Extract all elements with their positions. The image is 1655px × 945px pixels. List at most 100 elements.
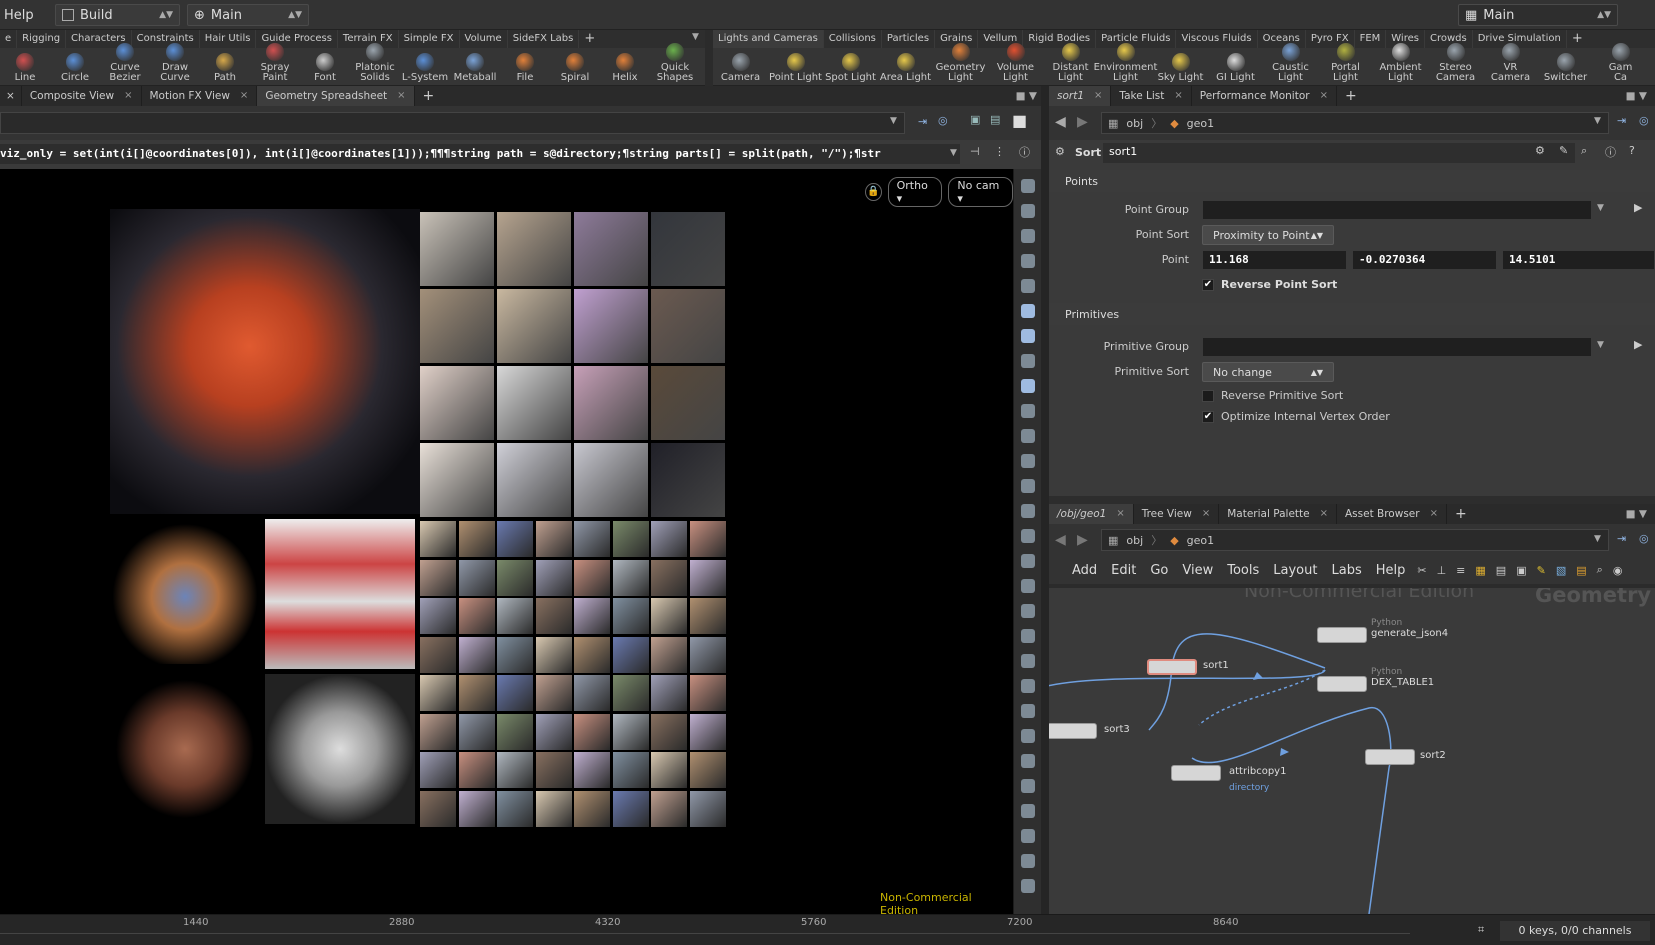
network-menu-labs[interactable]: Labs xyxy=(1324,563,1368,578)
network-path-field[interactable]: ▦ obj 〉 ◆ geo1 xyxy=(1101,529,1609,551)
node-dex-table1[interactable] xyxy=(1317,676,1367,692)
shelf-tab[interactable]: Viscous Fluids xyxy=(1176,30,1258,48)
shelf-tab[interactable]: Lights and Cameras xyxy=(713,30,824,48)
viewport-tool-icon[interactable] xyxy=(1020,704,1035,718)
tool-sky-light[interactable]: Sky Light xyxy=(1153,53,1208,83)
viewport-tool-icon[interactable] xyxy=(1020,829,1035,843)
point-z-field[interactable]: 14.5101 xyxy=(1502,250,1655,270)
viewport-tool-icon[interactable] xyxy=(1020,879,1035,893)
tab-composite-view[interactable]: Composite View × xyxy=(22,86,142,106)
keys-icon[interactable]: ⌗ xyxy=(1478,923,1484,937)
tab-material-palette[interactable]: Material Palette × xyxy=(1219,504,1337,524)
tool-volume-light[interactable]: Volume Light xyxy=(988,43,1043,83)
viewport-tool-icon[interactable] xyxy=(1020,854,1035,868)
tool-geometry-light[interactable]: Geometry Light xyxy=(933,43,988,83)
reverse-point-sort-checkbox[interactable]: ✔ xyxy=(1202,279,1214,291)
box-icon[interactable]: ▤ xyxy=(1576,564,1586,577)
help-icon[interactable]: ? xyxy=(1629,144,1635,157)
viewport-tool-icon[interactable] xyxy=(1020,579,1035,593)
viewport-tool-icon[interactable] xyxy=(1020,179,1035,193)
close-icon[interactable]: × xyxy=(240,86,248,106)
viewport-tool-icon[interactable] xyxy=(1020,354,1035,368)
tool-helix[interactable]: Helix xyxy=(600,53,650,83)
pin-icon[interactable]: ⇥ xyxy=(918,115,927,128)
tool-circle[interactable]: Circle xyxy=(50,53,100,83)
close-icon[interactable]: × xyxy=(1320,86,1328,106)
select-arrow-icon[interactable]: ▶ xyxy=(1634,338,1642,351)
brush-icon[interactable]: ✎ xyxy=(1559,144,1568,157)
back-arrow-icon[interactable]: ◀ xyxy=(1055,114,1066,130)
add-tab-icon[interactable]: + xyxy=(1337,88,1365,104)
add-shelf-tab-icon[interactable]: + xyxy=(579,30,600,48)
target-icon[interactable]: ◎ xyxy=(1639,532,1649,545)
tool-point-light[interactable]: Point Light xyxy=(768,53,823,83)
info-icon[interactable]: ⓘ xyxy=(1605,144,1616,160)
tool-gamepad-camera[interactable]: Gam Ca xyxy=(1593,43,1648,83)
viewport-tool-icon[interactable] xyxy=(1020,329,1035,343)
tab-geometry-spreadsheet[interactable]: Geometry Spreadsheet × xyxy=(257,86,415,106)
network-menu-add[interactable]: Add xyxy=(1065,563,1104,578)
tool-area-light[interactable]: Area Light xyxy=(878,53,933,83)
tab-motion-fx-view[interactable]: Motion FX View × xyxy=(142,86,258,106)
node-sort3[interactable] xyxy=(1049,723,1097,739)
node-attribcopy1[interactable] xyxy=(1171,765,1221,781)
gear-icon[interactable]: ⚙ xyxy=(1055,145,1065,158)
eye-icon[interactable]: ◉ xyxy=(1613,564,1623,577)
tool-camera[interactable]: Camera xyxy=(713,53,768,83)
grid-icon[interactable]: ▦ xyxy=(1475,564,1485,577)
pin-icon[interactable]: ⇥ xyxy=(1617,532,1626,545)
forward-arrow-icon[interactable]: ▶ xyxy=(1077,532,1088,548)
tool-spiral[interactable]: Spiral xyxy=(550,53,600,83)
close-icon[interactable]: × xyxy=(1094,86,1102,106)
network-menu-go[interactable]: Go xyxy=(1143,563,1175,578)
network-menu-layout[interactable]: Layout xyxy=(1266,563,1324,578)
picture-icon[interactable]: ▧ xyxy=(1556,564,1566,577)
select-arrow-icon[interactable]: ▶ xyxy=(1634,201,1642,214)
primitive-group-field[interactable] xyxy=(1202,337,1592,357)
viewport-tool-icon[interactable] xyxy=(1020,504,1035,518)
shelf-tab[interactable]: Volume xyxy=(460,30,508,48)
path-obj[interactable]: obj xyxy=(1126,117,1143,130)
chevron-down-icon[interactable]: ▼ xyxy=(1594,116,1601,126)
forward-arrow-icon[interactable]: ▶ xyxy=(1077,114,1088,130)
tool-portal-light[interactable]: Portal Light xyxy=(1318,43,1373,83)
close-icon[interactable]: × xyxy=(1116,504,1124,524)
tool-stereo-camera[interactable]: Stereo Camera xyxy=(1428,43,1483,83)
close-icon[interactable]: × xyxy=(1430,504,1438,524)
pane-menu-icon[interactable]: ■ ▼ xyxy=(1626,508,1647,520)
tool-file[interactable]: File xyxy=(500,53,550,83)
cube-icon[interactable]: ▣ xyxy=(970,113,980,126)
node-sort1[interactable] xyxy=(1147,659,1197,675)
path-field[interactable] xyxy=(0,112,905,134)
shelf-menu-arrow-icon[interactable]: ▼ xyxy=(692,32,699,42)
note-icon[interactable]: ✎ xyxy=(1537,564,1546,577)
tool-curve-bezier[interactable]: Curve Bezier xyxy=(100,43,150,83)
tree-icon[interactable]: ⊥ xyxy=(1437,564,1447,577)
tool-ambient-light[interactable]: Ambient Light xyxy=(1373,43,1428,83)
add-tab-icon[interactable]: + xyxy=(415,88,443,104)
help-icon[interactable]: ⓘ xyxy=(1019,144,1030,160)
tool-metaball[interactable]: Metaball xyxy=(450,53,500,83)
network-menu-tools[interactable]: Tools xyxy=(1220,563,1266,578)
wrench-icon[interactable]: ✂ xyxy=(1417,564,1426,577)
target-icon[interactable]: ◎ xyxy=(1639,114,1649,127)
tab-network-geo1[interactable]: /obj/geo1 × xyxy=(1049,504,1134,524)
tab-performance-monitor[interactable]: Performance Monitor × xyxy=(1192,86,1337,106)
viewport-tool-icon[interactable] xyxy=(1020,429,1035,443)
tool-quick-shapes[interactable]: Quick Shapes xyxy=(650,43,700,83)
tool-line[interactable]: Line xyxy=(0,53,50,83)
section-primitives[interactable]: Primitives xyxy=(1049,303,1655,325)
path-geo1[interactable]: geo1 xyxy=(1187,117,1214,130)
context-dropdown[interactable]: ⊕ Main ▲▼ xyxy=(187,4,309,26)
pane-menu-icon[interactable]: ■ ▼ xyxy=(1626,90,1647,102)
viewport-tool-icon[interactable] xyxy=(1020,479,1035,493)
viewport-tool-icon[interactable] xyxy=(1020,229,1035,243)
close-icon[interactable]: × xyxy=(124,86,132,106)
chevron-down-icon[interactable]: ▼ xyxy=(950,148,957,158)
path-obj[interactable]: obj xyxy=(1126,534,1143,547)
search-icon[interactable]: ⌕ xyxy=(1581,144,1587,158)
viewport-tool-icon[interactable] xyxy=(1020,204,1035,218)
tool-distant-light[interactable]: Distant Light xyxy=(1043,43,1098,83)
network-menu-view[interactable]: View xyxy=(1175,563,1220,578)
tool-environment-light[interactable]: Environment Light xyxy=(1094,43,1157,83)
